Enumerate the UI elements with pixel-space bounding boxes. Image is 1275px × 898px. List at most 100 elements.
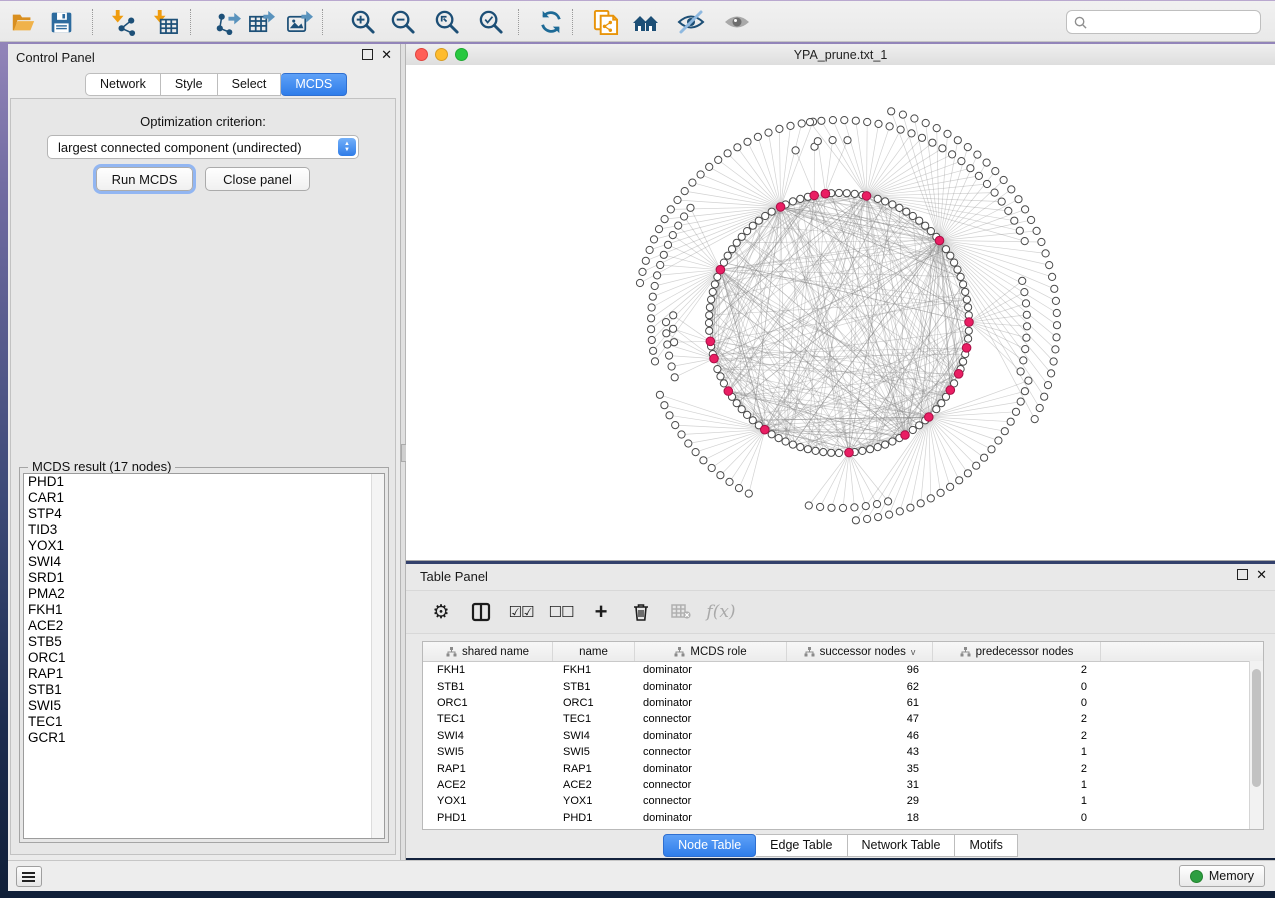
cell-shared-name[interactable]: FKH1: [423, 662, 553, 678]
mcds-result-item[interactable]: TEC1: [24, 714, 384, 730]
mcds-result-list[interactable]: PHD1CAR1STP4TID3YOX1SWI4SRD1PMA2FKH1ACE2…: [23, 473, 385, 839]
column-layout-icon[interactable]: [468, 599, 494, 625]
mcds-result-item[interactable]: SRD1: [24, 570, 384, 586]
zoom-out-icon[interactable]: [388, 7, 418, 37]
table-scrollbar[interactable]: [1249, 661, 1263, 829]
mcds-result-item[interactable]: YOX1: [24, 538, 384, 554]
search-input[interactable]: [1066, 10, 1261, 34]
import-network-icon[interactable]: [108, 7, 138, 37]
cell-name[interactable]: ORC1: [553, 695, 635, 711]
table-row[interactable]: TEC1 TEC1 connector 47 2: [423, 711, 1263, 727]
column-header[interactable]: MCDS role: [635, 642, 787, 661]
import-table-icon[interactable]: [150, 7, 180, 37]
export-network-icon[interactable]: [212, 7, 242, 37]
table-row[interactable]: FKH1 FKH1 dominator 96 2: [423, 662, 1263, 678]
cell-successor-nodes[interactable]: 31: [787, 777, 933, 793]
cell-predecessor-nodes[interactable]: 0: [933, 810, 1101, 826]
cell-name[interactable]: SWI4: [553, 728, 635, 744]
cell-successor-nodes[interactable]: 18: [787, 810, 933, 826]
export-image-icon[interactable]: [284, 7, 314, 37]
cell-name[interactable]: PHD1: [553, 810, 635, 826]
zoom-fit-icon[interactable]: [432, 7, 462, 37]
cell-name[interactable]: SWI5: [553, 744, 635, 760]
select-all-checkboxes-icon[interactable]: ☑☑: [508, 599, 534, 625]
column-header[interactable]: predecessor nodes: [933, 642, 1101, 661]
first-neighbors-icon[interactable]: [630, 7, 660, 37]
table-row[interactable]: PHD1 PHD1 dominator 18 0: [423, 810, 1263, 826]
column-header[interactable]: name: [553, 642, 635, 661]
close-window-icon[interactable]: [415, 48, 428, 61]
scrollbar-thumb[interactable]: [1252, 669, 1261, 787]
cell-predecessor-nodes[interactable]: 1: [933, 793, 1101, 809]
sort-indicator-icon[interactable]: v: [911, 647, 916, 657]
table-row[interactable]: ACE2 ACE2 connector 31 1: [423, 777, 1263, 793]
cell-name[interactable]: TEC1: [553, 711, 635, 727]
cell-name[interactable]: RAP1: [553, 760, 635, 776]
minimize-window-icon[interactable]: [435, 48, 448, 61]
close-panel-icon[interactable]: ✕: [381, 50, 392, 59]
add-column-icon[interactable]: +: [588, 599, 614, 625]
memory-button[interactable]: Memory: [1179, 865, 1265, 887]
cell-successor-nodes[interactable]: 62: [787, 678, 933, 694]
result-list-scrollbar[interactable]: [371, 474, 384, 838]
cell-successor-nodes[interactable]: 43: [787, 744, 933, 760]
cell-shared-name[interactable]: STB1: [423, 678, 553, 694]
mcds-result-item[interactable]: PMA2: [24, 586, 384, 602]
settings-gear-icon[interactable]: ⚙: [428, 599, 454, 625]
cell-predecessor-nodes[interactable]: 2: [933, 711, 1101, 727]
table-row[interactable]: ORC1 ORC1 dominator 61 0: [423, 695, 1263, 711]
cell-mcds-role[interactable]: dominator: [635, 695, 787, 711]
control-panel-tab[interactable]: Select: [218, 73, 282, 96]
network-canvas[interactable]: [406, 65, 1275, 560]
run-mcds-button[interactable]: Run MCDS: [96, 167, 193, 191]
mcds-result-item[interactable]: STB5: [24, 634, 384, 650]
cell-shared-name[interactable]: PHD1: [423, 810, 553, 826]
deselect-all-checkboxes-icon[interactable]: ☐☐: [548, 599, 574, 625]
cell-name[interactable]: YOX1: [553, 793, 635, 809]
float-panel-icon[interactable]: [1237, 569, 1248, 580]
cell-mcds-role[interactable]: dominator: [635, 760, 787, 776]
mcds-result-item[interactable]: FKH1: [24, 602, 384, 618]
cell-mcds-role[interactable]: dominator: [635, 728, 787, 744]
table-tab[interactable]: Motifs: [955, 834, 1017, 857]
table-row[interactable]: STB1 STB1 dominator 62 0: [423, 678, 1263, 694]
cell-mcds-role[interactable]: dominator: [635, 810, 787, 826]
open-file-icon[interactable]: [8, 7, 38, 37]
table-row[interactable]: RAP1 RAP1 dominator 35 2: [423, 760, 1263, 776]
cell-predecessor-nodes[interactable]: 2: [933, 662, 1101, 678]
mcds-result-item[interactable]: TID3: [24, 522, 384, 538]
mcds-result-item[interactable]: GCR1: [24, 730, 384, 746]
table-row[interactable]: SWI5 SWI5 connector 43 1: [423, 744, 1263, 760]
cell-shared-name[interactable]: ACE2: [423, 777, 553, 793]
close-panel-icon[interactable]: ✕: [1256, 570, 1267, 579]
cell-successor-nodes[interactable]: 35: [787, 760, 933, 776]
control-panel-tab[interactable]: MCDS: [281, 73, 347, 96]
criterion-dropdown[interactable]: largest connected component (undirected)…: [47, 135, 359, 159]
control-panel-tab[interactable]: Style: [161, 73, 218, 96]
cell-predecessor-nodes[interactable]: 0: [933, 695, 1101, 711]
close-panel-button[interactable]: Close panel: [205, 167, 310, 191]
cell-name[interactable]: FKH1: [553, 662, 635, 678]
show-all-icon[interactable]: [722, 7, 752, 37]
cell-shared-name[interactable]: SWI5: [423, 744, 553, 760]
cell-predecessor-nodes[interactable]: 1: [933, 777, 1101, 793]
maximize-window-icon[interactable]: [455, 48, 468, 61]
column-header[interactable]: shared name: [423, 642, 553, 661]
mcds-result-item[interactable]: RAP1: [24, 666, 384, 682]
cell-mcds-role[interactable]: connector: [635, 793, 787, 809]
cell-predecessor-nodes[interactable]: 2: [933, 760, 1101, 776]
delete-column-icon[interactable]: [628, 599, 654, 625]
mcds-result-item[interactable]: STB1: [24, 682, 384, 698]
save-session-icon[interactable]: [46, 7, 76, 37]
hide-selected-icon[interactable]: [676, 7, 706, 37]
cell-successor-nodes[interactable]: 96: [787, 662, 933, 678]
table-tab[interactable]: Node Table: [663, 834, 756, 857]
cell-successor-nodes[interactable]: 29: [787, 793, 933, 809]
cell-predecessor-nodes[interactable]: 2: [933, 728, 1101, 744]
cell-name[interactable]: STB1: [553, 678, 635, 694]
zoom-in-icon[interactable]: [348, 7, 378, 37]
mcds-result-item[interactable]: SWI5: [24, 698, 384, 714]
table-row[interactable]: YOX1 YOX1 connector 29 1: [423, 793, 1263, 809]
table-row[interactable]: SWI4 SWI4 dominator 46 2: [423, 728, 1263, 744]
export-table-icon[interactable]: [246, 7, 276, 37]
